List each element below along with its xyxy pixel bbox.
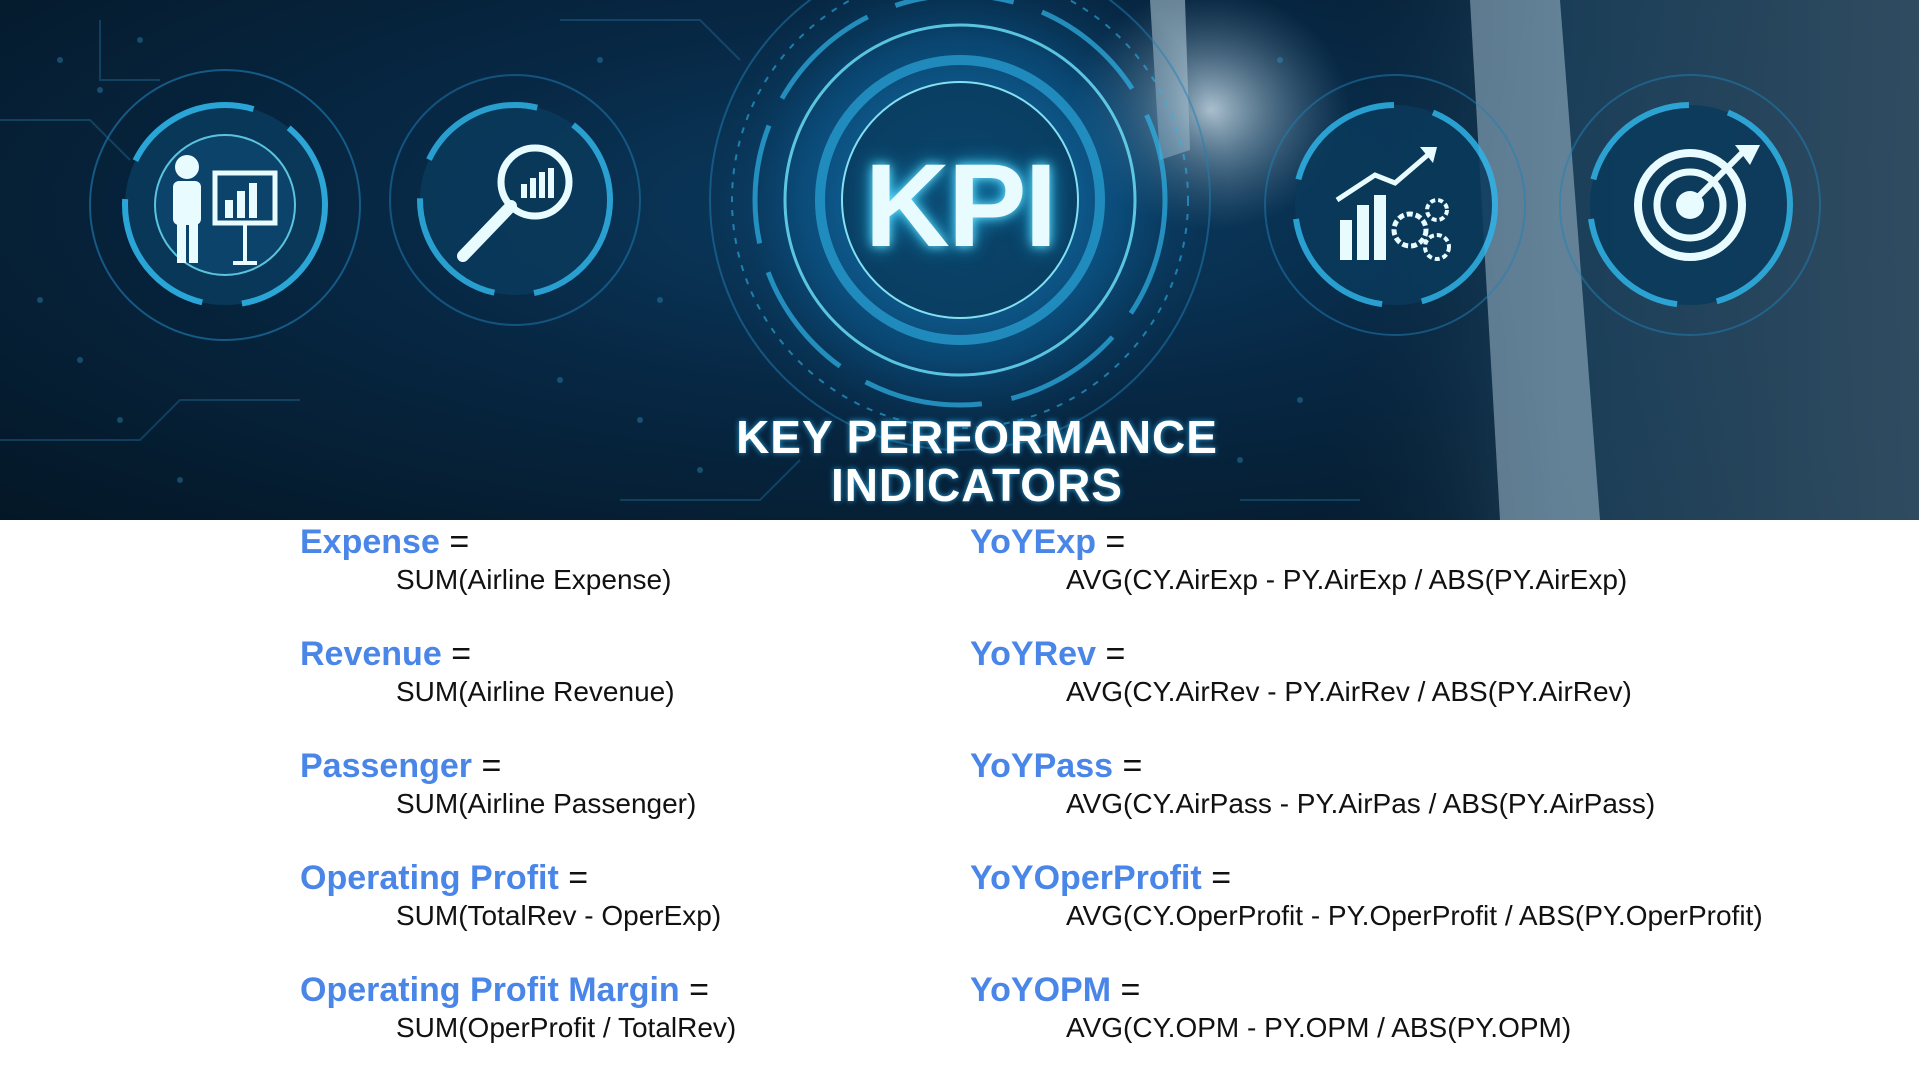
equals-sign: = [1105, 635, 1126, 673]
measure-name: Operating Profit [300, 859, 559, 897]
equals-sign: = [1120, 971, 1141, 1009]
measure-entry-yoyrev: YoYRev = AVG(CY.AirRev - PY.AirRev / ABS… [970, 632, 1870, 744]
measure-name: YoYOPM [970, 971, 1112, 1009]
equals-sign: = [1211, 859, 1232, 897]
measure-formula: AVG(CY.AirPass - PY.AirPas / ABS(PY.AirP… [1066, 788, 1656, 819]
measure-entry-yoyexp: YoYExp = AVG(CY.AirExp - PY.AirExp / ABS… [970, 520, 1870, 632]
measure-entry-yoyopm: YoYOPM = AVG(CY.OPM - PY.OPM / ABS(PY.OP… [970, 968, 1870, 1080]
equals-sign: = [449, 523, 470, 561]
measure-formula: AVG(CY.AirExp - PY.AirExp / ABS(PY.AirEx… [1066, 564, 1628, 595]
measure-name: Expense [300, 523, 440, 561]
kpi-banner-image: KPI KEY PERFORMANCE INDICATORS [0, 0, 1919, 520]
banner-subtitle-line2: INDICATORS [831, 459, 1123, 511]
measure-formula: AVG(CY.OperProfit - PY.OperProfit / ABS(… [1066, 900, 1763, 931]
equals-sign: = [1122, 747, 1143, 785]
measure-formula: AVG(CY.OPM - PY.OPM / ABS(PY.OPM) [1066, 1012, 1572, 1043]
measure-entry-operating-profit: Operating Profit = SUM(TotalRev - OperEx… [300, 856, 940, 968]
banner-subtitle-line1: KEY PERFORMANCE [736, 411, 1218, 463]
measure-entry-operating-profit-margin: Operating Profit Margin = SUM(OperProfit… [300, 968, 940, 1080]
measure-name: YoYRev [970, 635, 1096, 673]
equals-sign: = [481, 747, 502, 785]
equals-sign: = [568, 859, 589, 897]
equals-sign: = [451, 635, 472, 673]
equals-sign: = [689, 971, 709, 1009]
measure-entry-revenue: Revenue = SUM(Airline Revenue) [300, 632, 940, 744]
measure-formulas: Expense = SUM(Airline Expense) Revenue =… [0, 520, 1919, 1080]
base-measures-column: Expense = SUM(Airline Expense) Revenue =… [300, 520, 940, 1080]
measure-formula: SUM(Airline Passenger) [396, 788, 697, 819]
kpi-logo-text: KPI [864, 140, 1058, 272]
measure-formula: SUM(OperProfit / TotalRev) [396, 1012, 737, 1043]
measure-entry-yoypass: YoYPass = AVG(CY.AirPass - PY.AirPas / A… [970, 744, 1870, 856]
measure-formula: SUM(TotalRev - OperExp) [396, 900, 722, 931]
yoy-measures-column: YoYExp = AVG(CY.AirExp - PY.AirExp / ABS… [970, 520, 1870, 1080]
equals-sign: = [1105, 523, 1126, 561]
measure-name: Operating Profit Margin [300, 971, 680, 1009]
measure-name: YoYPass [970, 747, 1114, 785]
measure-entry-yoyoperprofit: YoYOperProfit = AVG(CY.OperProfit - PY.O… [970, 856, 1870, 968]
measure-formula: AVG(CY.AirRev - PY.AirRev / ABS(PY.AirRe… [1066, 676, 1632, 707]
measure-entry-passenger: Passenger = SUM(Airline Passenger) [300, 744, 940, 856]
measure-name: YoYExp [970, 523, 1096, 561]
measure-formula: SUM(Airline Expense) [396, 564, 672, 595]
measure-entry-expense: Expense = SUM(Airline Expense) [300, 520, 940, 632]
measure-formula: SUM(Airline Revenue) [396, 676, 675, 707]
measure-name: Passenger [300, 747, 472, 785]
measure-name: YoYOperProfit [970, 859, 1202, 897]
measure-name: Revenue [300, 635, 442, 673]
